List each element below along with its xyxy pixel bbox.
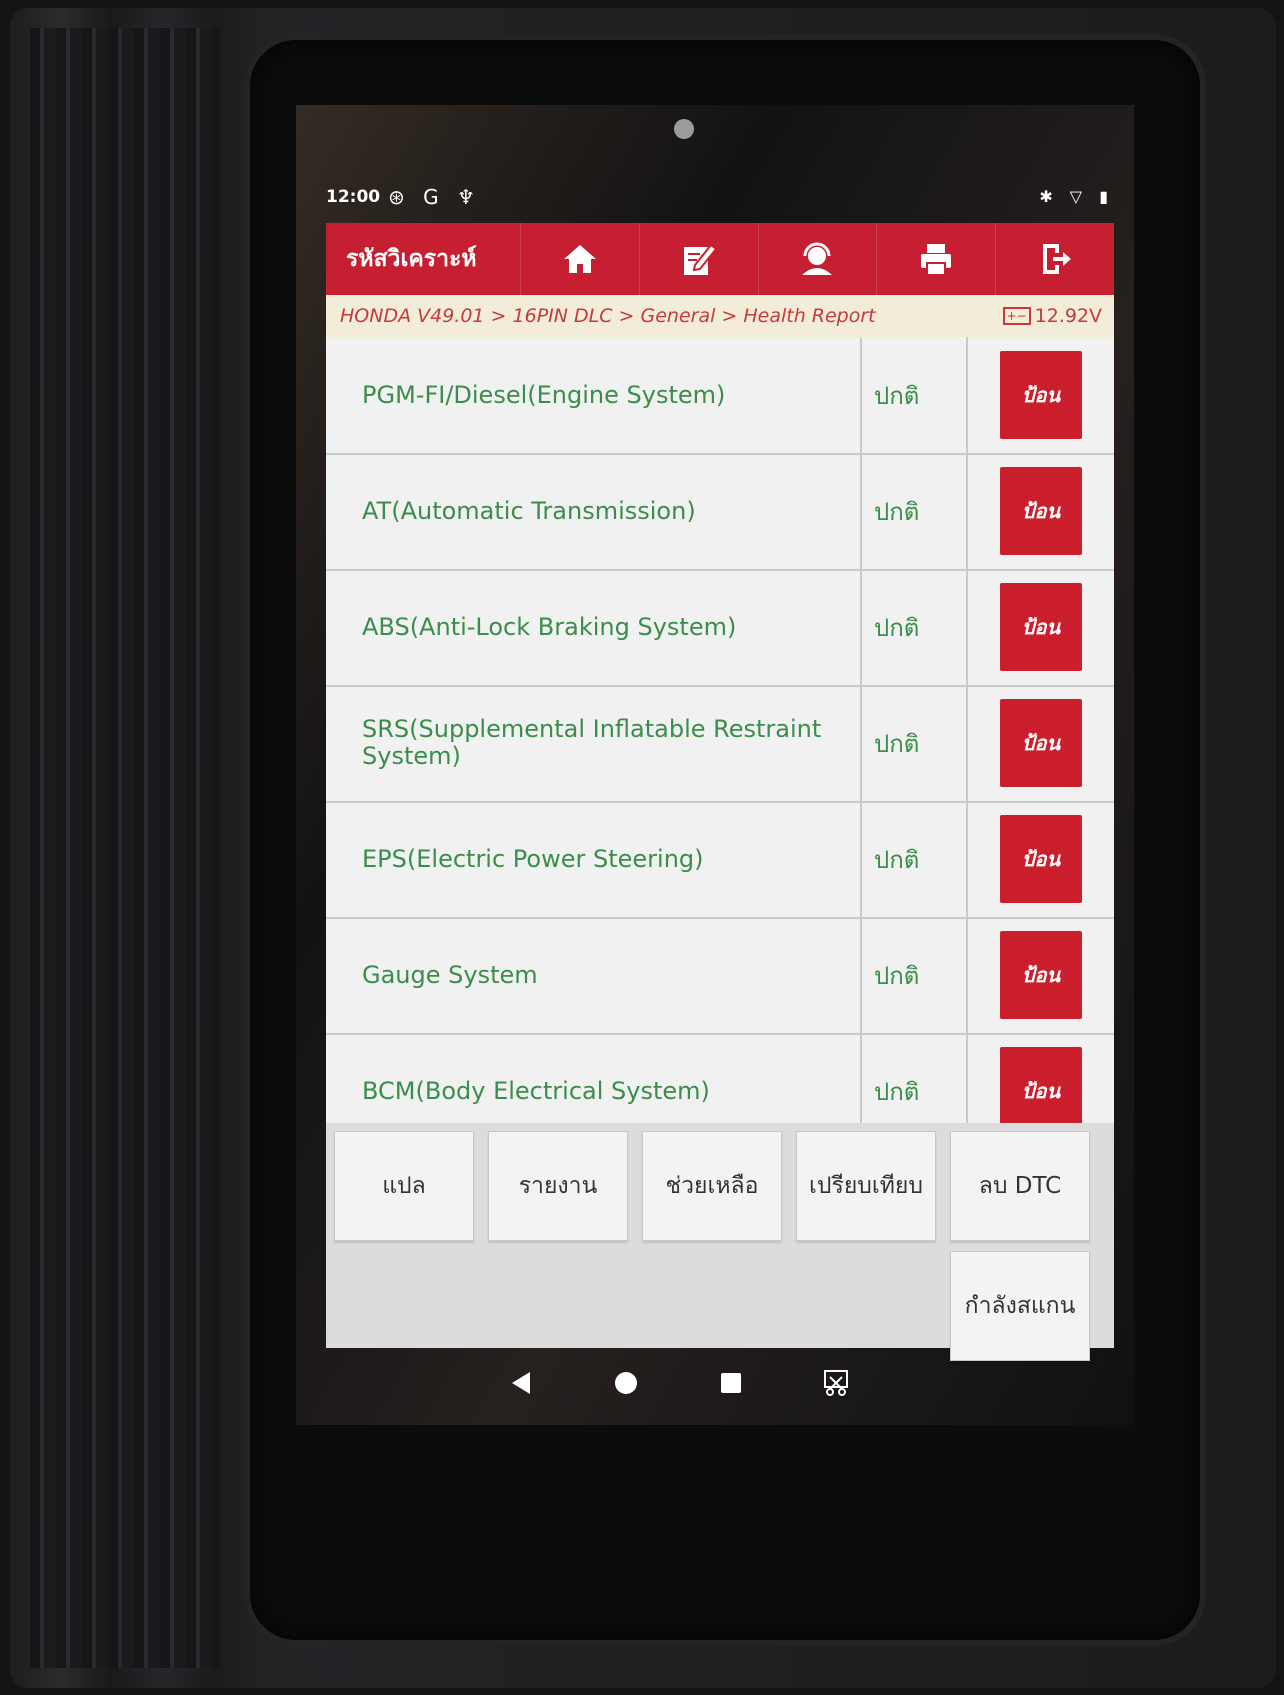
system-name: PGM-FI/Diesel(Engine System) xyxy=(362,380,726,409)
system-row: AT(Automatic Transmission) ปกติ ป้อน xyxy=(326,453,1114,571)
system-name: AT(Automatic Transmission) xyxy=(362,496,696,525)
home-button[interactable] xyxy=(520,223,639,295)
enter-button[interactable]: ป้อน xyxy=(1000,1047,1082,1123)
edit-button[interactable] xyxy=(638,223,758,295)
system-name: EPS(Electric Power Steering) xyxy=(362,844,704,873)
system-row: ABS(Anti-Lock Braking System) ปกติ ป้อน xyxy=(326,569,1114,687)
system-status: ปกติ xyxy=(860,337,964,453)
system-status: ปกติ xyxy=(860,917,964,1033)
print-icon xyxy=(921,244,952,276)
front-camera xyxy=(674,119,694,139)
exit-button[interactable] xyxy=(995,223,1114,295)
system-row: Gauge System ปกติ ป้อน xyxy=(326,917,1114,1035)
back-icon[interactable] xyxy=(506,1368,536,1398)
enter-button[interactable]: ป้อน xyxy=(1000,815,1082,903)
screenshot-icon[interactable] xyxy=(821,1368,851,1398)
system-status: ปกติ xyxy=(860,1033,964,1123)
system-status: ปกติ xyxy=(860,801,964,917)
compare-button[interactable]: เปรียบเทียบ xyxy=(796,1131,936,1241)
system-row: PGM-FI/Diesel(Engine System) ปกติ ป้อน xyxy=(326,337,1114,455)
exit-icon xyxy=(1043,244,1072,274)
print-button[interactable] xyxy=(876,223,995,295)
breadcrumb: HONDA V49.01 > 16PIN DLC > General > Hea… xyxy=(340,305,876,327)
help-button[interactable]: ช่วยเหลือ xyxy=(642,1131,782,1241)
breadcrumb-bar: HONDA V49.01 > 16PIN DLC > General > Hea… xyxy=(326,295,1114,337)
system-row: EPS(Electric Power Steering) ปกติ ป้อน xyxy=(326,801,1114,919)
status-bar: 12:00 ⊛ G ♆ ✱ ▽ ▮ xyxy=(326,185,1114,215)
enter-button[interactable]: ป้อน xyxy=(1000,467,1082,555)
scanning-button[interactable]: กำลังสแกน xyxy=(950,1251,1090,1361)
system-status: ปกติ xyxy=(860,569,964,685)
android-nav-bar xyxy=(296,1348,1134,1425)
support-icon xyxy=(802,242,833,275)
enter-button[interactable]: ป้อน xyxy=(1000,583,1082,671)
diagnostic-app: รหัสวิเคราะห์ HONDA V49.01 > 16PIN DLC >… xyxy=(326,223,1114,1361)
recents-icon[interactable] xyxy=(716,1368,746,1398)
status-right-icons: ✱ ▽ ▮ xyxy=(1039,187,1114,206)
app-title: รหัสวิเคราะห์ xyxy=(346,246,477,272)
home-circle-icon[interactable] xyxy=(611,1368,641,1398)
device-grip xyxy=(30,28,220,1668)
system-row: BCM(Body Electrical System) ปกติ ป้อน xyxy=(326,1033,1114,1123)
report-button[interactable]: รายงาน xyxy=(488,1131,628,1241)
action-bar: แปล รายงาน ช่วยเหลือ เปรียบเทียบ ลบ DTC … xyxy=(326,1123,1114,1361)
system-name: ABS(Anti-Lock Braking System) xyxy=(362,612,737,641)
translate-button[interactable]: แปล xyxy=(334,1131,474,1241)
enter-button[interactable]: ป้อน xyxy=(1000,699,1082,787)
support-button[interactable] xyxy=(757,223,877,295)
system-name: BCM(Body Electrical System) xyxy=(362,1076,710,1105)
system-name: Gauge System xyxy=(362,960,538,989)
status-time: 12:00 xyxy=(326,187,381,207)
system-status: ปกติ xyxy=(860,685,964,801)
enter-button[interactable]: ป้อน xyxy=(1000,931,1082,1019)
edit-icon xyxy=(683,243,718,275)
enter-button[interactable]: ป้อน xyxy=(1000,351,1082,439)
status-left-icons: ⊛ G ♆ xyxy=(388,185,481,209)
battery-icon: +− xyxy=(1002,307,1031,325)
app-toolbar: รหัสวิเคราะห์ xyxy=(326,223,1114,295)
battery-voltage: +− 12.92V xyxy=(1002,305,1102,327)
device-screen: 12:00 ⊛ G ♆ ✱ ▽ ▮ รหัสวิเคราะห์ HONDA V4… xyxy=(296,105,1134,1425)
voltage-value: 12.92V xyxy=(1034,305,1102,327)
clear-dtc-button[interactable]: ลบ DTC xyxy=(950,1131,1090,1241)
system-status: ปกติ xyxy=(860,453,964,569)
system-row: SRS(Supplemental Inflatable Restraint Sy… xyxy=(326,685,1114,803)
system-name: SRS(Supplemental Inflatable Restraint Sy… xyxy=(362,715,822,770)
home-icon xyxy=(563,245,596,273)
system-list: PGM-FI/Diesel(Engine System) ปกติ ป้อน A… xyxy=(326,337,1114,1123)
